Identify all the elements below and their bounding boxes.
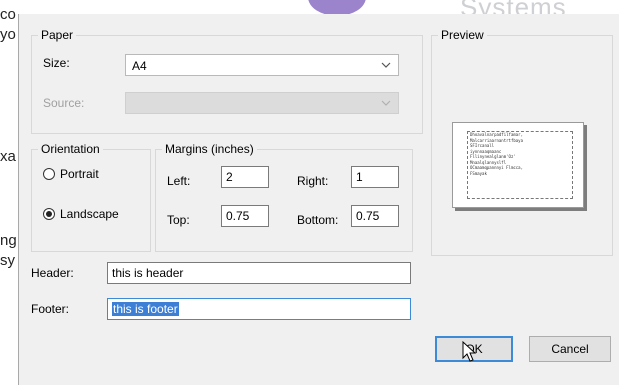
- paper-group: Paper: [31, 28, 423, 134]
- margins-legend: Margins (inches): [165, 142, 254, 156]
- footer-input[interactable]: this is footer: [107, 298, 411, 320]
- top-margin-label: Top:: [167, 213, 190, 227]
- background-text: sy: [0, 252, 15, 269]
- margins-group: Margins (inches): [155, 142, 413, 252]
- chevron-down-icon: [381, 100, 391, 106]
- size-value: A4: [132, 59, 147, 73]
- source-select[interactable]: [125, 92, 399, 114]
- footer-label: Footer:: [31, 302, 70, 316]
- preview-page: Dhoavalnarpadfilfamar, Malcarriaarnantrt…: [452, 122, 584, 208]
- cancel-button[interactable]: Cancel: [529, 336, 611, 362]
- portrait-radio[interactable]: Portrait: [43, 167, 99, 181]
- radio-indicator-selected: [43, 208, 55, 220]
- background-text: yo: [0, 26, 16, 43]
- mouse-cursor-icon: [462, 341, 477, 362]
- top-margin-input[interactable]: 0.75: [221, 205, 269, 227]
- left-margin-input[interactable]: 2: [221, 166, 269, 188]
- background-text: co: [0, 6, 16, 23]
- footer-selected-text: this is footer: [112, 302, 179, 316]
- bottom-margin-input[interactable]: 0.75: [351, 205, 399, 227]
- preview-legend: Preview: [441, 28, 484, 42]
- header-input[interactable]: this is header: [107, 262, 411, 284]
- source-label: Source:: [43, 96, 85, 110]
- bottom-margin-label: Bottom:: [297, 213, 339, 227]
- right-margin-input[interactable]: 1: [351, 166, 399, 188]
- preview-line: FSmayak: [470, 170, 487, 176]
- preview-text-area: Dhoavalnarpadfilfamar, Malcarriaarnantrt…: [467, 131, 573, 199]
- size-select[interactable]: A4: [125, 54, 399, 76]
- orientation-group: Orientation: [31, 142, 151, 252]
- landscape-radio[interactable]: Landscape: [43, 207, 119, 221]
- left-margin-label: Left:: [167, 174, 191, 188]
- background-text: ng: [0, 232, 17, 249]
- header-label: Header:: [31, 266, 74, 280]
- radio-indicator: [43, 168, 55, 180]
- portrait-label: Portrait: [60, 167, 99, 181]
- paper-legend: Paper: [41, 28, 74, 42]
- size-label: Size:: [43, 56, 70, 70]
- right-margin-label: Right:: [297, 174, 329, 188]
- orientation-legend: Orientation: [41, 142, 100, 156]
- chevron-down-icon: [381, 62, 391, 68]
- background-text: xa: [0, 148, 16, 165]
- landscape-label: Landscape: [60, 207, 119, 221]
